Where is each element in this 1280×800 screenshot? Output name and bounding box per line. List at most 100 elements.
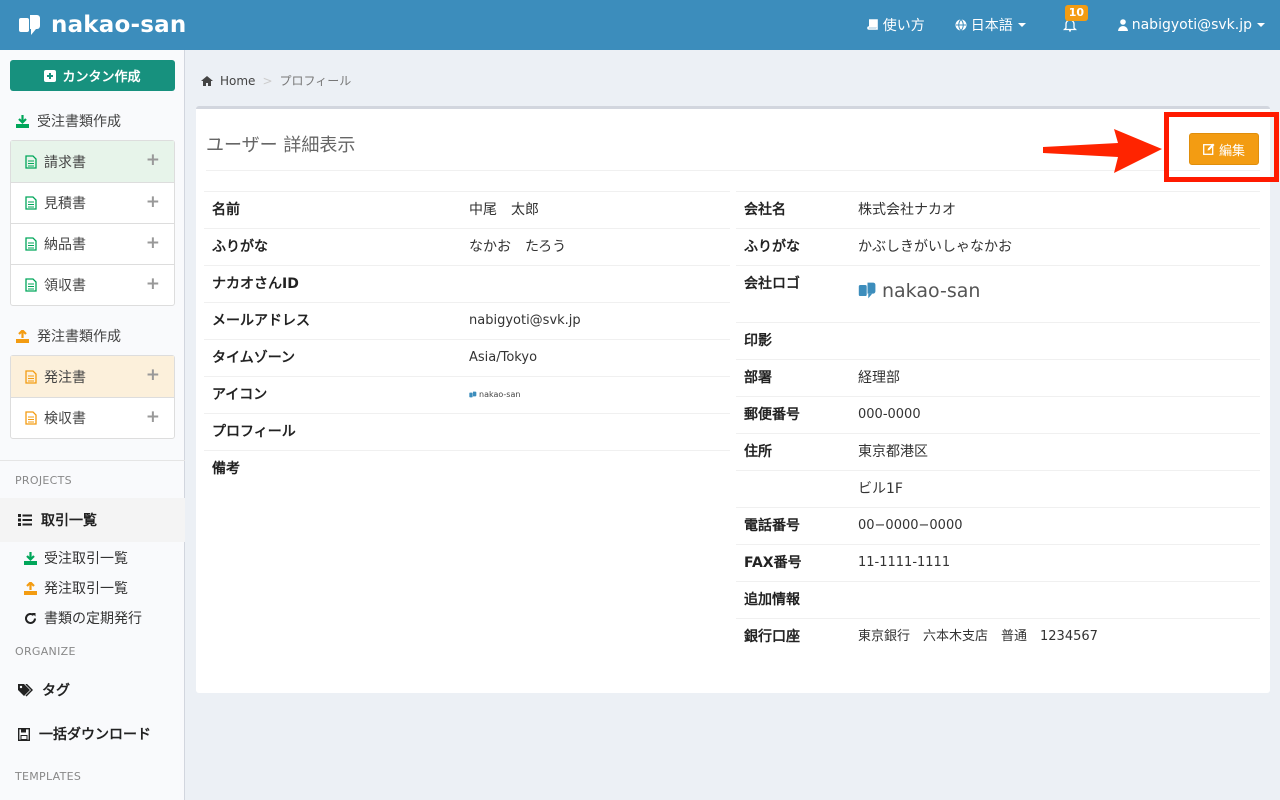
sidebar-item-label: 領収書 — [44, 278, 86, 294]
plus-icon[interactable]: + — [146, 367, 160, 384]
brand-logo[interactable]: nakao-san — [18, 11, 186, 39]
table-row: 部署 経理部 — [736, 359, 1260, 397]
tags-icon — [18, 683, 33, 697]
sidebar-item-label: 納品書 — [44, 237, 86, 253]
sidebar-item-receive-deals[interactable]: 受注取引一覧 — [24, 548, 128, 568]
notifications-button[interactable]: 10 — [1041, 0, 1103, 50]
sidebar-item-label: 検収書 — [44, 411, 86, 427]
field-label: ふりがな — [204, 228, 461, 266]
plus-square-icon — [44, 69, 57, 82]
field-value — [461, 413, 730, 451]
plus-icon[interactable]: + — [146, 194, 160, 211]
avatar-text: nakao-san — [479, 390, 521, 399]
breadcrumb-current: プロフィール — [279, 74, 352, 88]
sidebar-item-order-deals[interactable]: 発注取引一覧 — [24, 578, 128, 598]
breadcrumb-separator: > — [262, 73, 273, 88]
plus-icon[interactable]: + — [146, 409, 160, 426]
order-section-label: 発注書類作成 — [37, 329, 121, 345]
quick-create-button[interactable]: カンタン作成 — [10, 60, 175, 91]
sidebar-item-label: 受注取引一覧 — [44, 551, 128, 567]
field-value: 00−0000−0000 — [850, 507, 1260, 545]
brand-name: nakao-san — [51, 12, 187, 38]
organize-label: ORGANIZE — [15, 645, 76, 658]
document-icon — [25, 196, 37, 210]
book-icon — [866, 19, 878, 30]
globe-icon — [955, 19, 967, 31]
top-navbar: nakao-san 使い方 日本語 10 nabigyoti@svk.jp — [0, 0, 1280, 50]
field-value: なかお たろう — [461, 228, 730, 266]
document-icon — [25, 154, 37, 169]
help-link[interactable]: 使い方 — [852, 0, 940, 50]
sidebar-item-purchase-order[interactable]: 発注書 + — [11, 356, 174, 397]
field-label — [736, 470, 850, 508]
user-menu[interactable]: nabigyoti@svk.jp — [1103, 0, 1280, 50]
plus-icon[interactable]: + — [146, 276, 160, 293]
plus-icon[interactable]: + — [146, 152, 160, 169]
sidebar-item-inspection[interactable]: 検収書 + — [11, 397, 174, 438]
table-row: 名前 中尾 太郎 — [204, 191, 730, 229]
caret-down-icon — [1017, 23, 1026, 27]
table-row: アイコン nakao-san — [204, 376, 730, 414]
language-dropdown[interactable]: 日本語 — [940, 0, 1041, 50]
table-row: 住所 東京都港区 — [736, 433, 1260, 471]
sidebar-item-estimate[interactable]: 見積書 + — [11, 182, 174, 223]
sidebar-item-label: 見積書 — [44, 196, 86, 212]
receive-doc-list: 請求書 + 見積書 + 納品書 + 領収書 + — [10, 140, 175, 306]
sidebar-item-label: 発注書 — [44, 369, 86, 386]
field-label: 住所 — [736, 433, 850, 471]
field-label: ふりがな — [736, 228, 850, 266]
table-row: 電話番号 00−0000−0000 — [736, 507, 1260, 545]
sidebar-item-deals[interactable]: 取引一覧 — [0, 498, 185, 542]
field-value: 東京都港区 — [850, 433, 1260, 471]
field-value: 東京銀行 六本木支店 普通 1234567 — [850, 618, 1260, 656]
table-row: 銀行口座 東京銀行 六本木支店 普通 1234567 — [736, 618, 1260, 656]
field-value: 中尾 太郎 — [461, 191, 730, 229]
table-row: プロフィール — [204, 413, 730, 451]
receive-section-label: 受注書類作成 — [37, 114, 121, 130]
sidebar-item-delivery[interactable]: 納品書 + — [11, 223, 174, 264]
field-label: タイムゾーン — [204, 339, 461, 377]
speech-bubble-icon — [19, 15, 40, 35]
plus-icon[interactable]: + — [146, 235, 160, 252]
language-label: 日本語 — [970, 18, 1013, 34]
field-label: プロフィール — [204, 413, 461, 451]
field-value: 経理部 — [850, 359, 1260, 397]
user-avatar: nakao-san — [469, 387, 520, 403]
sidebar-item-bulk-download[interactable]: 一括ダウンロード — [0, 724, 185, 744]
breadcrumb: Home > プロフィール — [201, 72, 351, 89]
field-value — [461, 265, 730, 303]
table-row: タイムゾーン Asia/Tokyo — [204, 339, 730, 377]
notifications-badge: 10 — [1064, 5, 1089, 21]
document-icon — [25, 278, 37, 292]
field-label: FAX番号 — [736, 544, 850, 582]
breadcrumb-home[interactable]: Home — [220, 74, 255, 88]
table-row: メールアドレス nabigyoti@svk.jp — [204, 302, 730, 340]
field-value: 株式会社ナカオ — [850, 191, 1260, 229]
receive-section-heading: 受注書類作成 — [16, 111, 121, 131]
field-label: 銀行口座 — [736, 618, 850, 656]
sidebar-item-recurring[interactable]: 書類の定期発行 — [24, 608, 142, 628]
page-title: ユーザー 詳細表示 — [206, 135, 356, 156]
download-icon — [24, 551, 37, 565]
field-label: 郵便番号 — [736, 396, 850, 434]
help-label: 使い方 — [882, 18, 925, 34]
sidebar-item-label: 請求書 — [44, 154, 86, 171]
sidebar-divider — [0, 460, 185, 461]
sidebar-item-receipt[interactable]: 領収書 + — [11, 264, 174, 305]
projects-label: PROJECTS — [15, 474, 72, 487]
floppy-icon — [18, 727, 30, 741]
field-label: メールアドレス — [204, 302, 461, 340]
sidebar-item-label: 書類の定期発行 — [44, 611, 142, 627]
field-label: 部署 — [736, 359, 850, 397]
field-value: nakao-san — [850, 265, 1260, 323]
sidebar-item-tags[interactable]: タグ — [0, 680, 185, 700]
order-section-heading: 発注書類作成 — [16, 326, 121, 346]
templates-label: TEMPLATES — [15, 770, 82, 783]
document-icon — [25, 411, 37, 425]
sidebar-item-invoice[interactable]: 請求書 + — [11, 141, 174, 182]
field-label: 印影 — [736, 322, 850, 360]
upload-icon — [24, 581, 37, 595]
table-row: ビル1F — [736, 470, 1260, 508]
field-value: 11-1111-1111 — [850, 544, 1260, 582]
home-icon — [201, 75, 213, 86]
